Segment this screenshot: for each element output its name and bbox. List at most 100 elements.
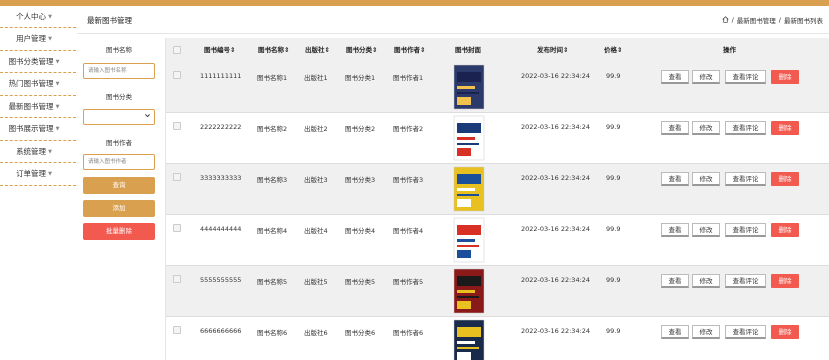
view-comments-button[interactable]: 查看评论: [725, 325, 766, 339]
row-checkbox[interactable]: [173, 122, 181, 130]
cell-price: 99.9: [606, 123, 621, 131]
chevron-down-icon: ▼: [55, 58, 60, 65]
edit-button[interactable]: 修改: [692, 274, 720, 288]
view-comments-button[interactable]: 查看评论: [725, 172, 766, 186]
cell-name: 图书名称6: [257, 329, 288, 337]
column-header-name[interactable]: 图书名称⇕: [258, 38, 289, 62]
table-row: 1111111111 图书名称1 出版社1 图书分类1 图书作者1 2022-03-16 …: [166, 62, 829, 113]
sidebar-item-book-categories[interactable]: 图书分类管理 ▼: [0, 51, 76, 73]
view-comments-button[interactable]: 查看评论: [725, 121, 766, 135]
column-header-category[interactable]: 图书分类⇕: [346, 38, 377, 62]
view-button[interactable]: 查看: [661, 121, 689, 135]
cell-publisher: 出版社5: [304, 278, 328, 286]
edit-button[interactable]: 修改: [692, 223, 720, 237]
cell-time: 2022-03-16 22:34:24: [521, 72, 591, 80]
sort-icon[interactable]: ⇕: [372, 46, 377, 54]
cell-time: 2022-03-16 22:34:24: [521, 123, 591, 131]
sort-icon[interactable]: ⇕: [617, 46, 622, 54]
cell-category: 图书分类6: [345, 329, 376, 337]
delete-button[interactable]: 删除: [771, 121, 799, 135]
book-category-select[interactable]: [83, 109, 155, 125]
sidebar-item-label: 订单管理: [16, 169, 47, 178]
breadcrumb-item[interactable]: 最新图书管理: [737, 15, 776, 25]
sort-icon[interactable]: ⇕: [230, 46, 235, 54]
cell-id: 6666666666: [200, 327, 242, 335]
cell-id: 3333333333: [200, 174, 242, 182]
home-icon[interactable]: [722, 15, 729, 25]
search-button[interactable]: 查询: [83, 177, 155, 194]
delete-button[interactable]: 删除: [771, 172, 799, 186]
view-button[interactable]: 查看: [661, 70, 689, 84]
cell-author: 图书作者6: [393, 329, 424, 337]
table-row: 2222222222 图书名称2 出版社2 图书分类2 图书作者2 2022-03-16 …: [166, 113, 829, 164]
batch-delete-button[interactable]: 批量删除: [83, 223, 155, 240]
sidebar-item-book-display[interactable]: 图书展示管理 ▼: [0, 118, 76, 141]
cell-publisher: 出版社2: [304, 125, 328, 133]
sort-icon[interactable]: ⇕: [420, 46, 425, 54]
column-header-id[interactable]: 图书编号⇕: [204, 38, 235, 62]
sort-icon[interactable]: ⇕: [284, 46, 289, 54]
column-header-time[interactable]: 发布时间⇕: [537, 38, 568, 62]
column-header-price[interactable]: 价格⇕: [604, 38, 622, 62]
chevron-down-icon: ▼: [55, 81, 60, 87]
book-author-input[interactable]: [83, 154, 155, 170]
column-header-actions: 操作: [723, 46, 736, 54]
view-button[interactable]: 查看: [661, 172, 689, 186]
select-all-checkbox[interactable]: [173, 46, 181, 54]
sidebar-item-label: 图书分类管理: [8, 56, 54, 66]
edit-button[interactable]: 修改: [692, 70, 720, 84]
view-comments-button[interactable]: 查看评论: [725, 70, 766, 84]
row-checkbox[interactable]: [173, 71, 181, 79]
search-panel: 图书名称 图书分类 图书作者 查询 添加 批量删除: [80, 34, 160, 360]
delete-button[interactable]: 删除: [771, 70, 799, 84]
sidebar-item-hot-books[interactable]: 热门图书管理 ▼: [0, 73, 76, 96]
cell-author: 图书作者2: [393, 125, 424, 133]
edit-button[interactable]: 修改: [692, 325, 720, 339]
add-button[interactable]: 添加: [83, 200, 155, 217]
sidebar-item-users[interactable]: 用户管理 ▼: [0, 28, 76, 51]
row-checkbox[interactable]: [173, 173, 181, 181]
book-name-input[interactable]: [83, 63, 155, 79]
cell-category: 图书分类3: [345, 176, 376, 184]
view-button[interactable]: 查看: [661, 223, 689, 237]
cell-price: 99.9: [606, 327, 621, 335]
cell-category: 图书分类5: [345, 278, 376, 286]
edit-button[interactable]: 修改: [692, 172, 720, 186]
cell-id: 5555555555: [200, 276, 242, 284]
table-row: 3333333333 图书名称3 出版社3 图书分类3 图书作者3 2022-03-16 …: [166, 164, 829, 215]
edit-button[interactable]: 修改: [692, 121, 720, 135]
cell-category: 图书分类2: [345, 125, 376, 133]
cell-name: 图书名称3: [257, 176, 288, 184]
view-comments-button[interactable]: 查看评论: [725, 223, 766, 237]
view-comments-button[interactable]: 查看评论: [725, 274, 766, 288]
delete-button[interactable]: 删除: [771, 325, 799, 339]
cell-price: 99.9: [606, 276, 621, 284]
chevron-down-icon: ▼: [48, 36, 52, 42]
row-checkbox[interactable]: [173, 224, 181, 232]
table-row: 4444444444 图书名称4 出版社4 图书分类4 图书作者4 2022-03-16 …: [166, 215, 829, 266]
cell-category: 图书分类1: [345, 74, 376, 82]
chevron-down-icon: ▼: [48, 148, 52, 155]
view-button[interactable]: 查看: [661, 274, 689, 288]
row-checkbox[interactable]: [173, 326, 181, 334]
sidebar-item-system[interactable]: 系统管理 ▼: [0, 141, 76, 163]
sidebar-item-label: 热门图书管理: [8, 79, 54, 88]
cell-time: 2022-03-16 22:34:24: [521, 174, 591, 182]
sidebar-item-orders[interactable]: 订单管理 ▼: [0, 163, 76, 186]
delete-button[interactable]: 删除: [771, 274, 799, 288]
sort-icon[interactable]: ⇕: [325, 46, 330, 54]
sidebar: 个人中心 ▼ 用户管理 ▼ 图书分类管理 ▼ 热门图书管理 ▼ 最新图书管理 ▼ 图书展示…: [0, 6, 76, 360]
column-header-publisher[interactable]: 出版社⇕: [305, 38, 330, 62]
book-name-label: 图书名称: [106, 46, 132, 54]
sidebar-item-new-books[interactable]: 最新图书管理 ▼: [0, 96, 76, 118]
column-header-author[interactable]: 图书作者⇕: [394, 38, 425, 62]
cell-publisher: 出版社1: [304, 74, 328, 82]
sort-icon[interactable]: ⇕: [563, 46, 568, 54]
sidebar-item-profile[interactable]: 个人中心 ▼: [0, 6, 76, 28]
delete-button[interactable]: 删除: [771, 223, 799, 237]
row-checkbox[interactable]: [173, 275, 181, 283]
cell-time: 2022-03-16 22:34:24: [521, 225, 591, 233]
cell-time: 2022-03-16 22:34:24: [521, 327, 591, 335]
view-button[interactable]: 查看: [661, 325, 689, 339]
cell-id: 2222222222: [200, 123, 242, 131]
